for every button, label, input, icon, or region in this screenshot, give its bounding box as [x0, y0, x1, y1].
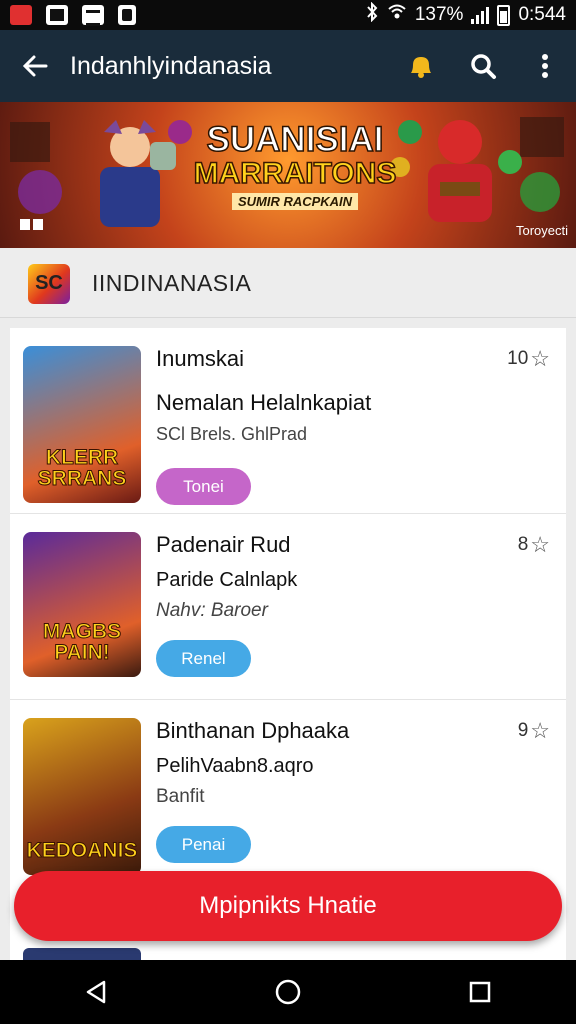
section-header: SC IINDINANASIA: [0, 250, 576, 318]
arrow-left-icon: [22, 55, 48, 77]
game-meta: SCl Brels. GhlPrad: [156, 424, 308, 444]
section-title: IINDINANASIA: [92, 270, 252, 296]
banner-headline: SUANISIAI MARRAITONS SUMIR RACPKAIN: [190, 120, 400, 211]
nav-recents-button[interactable]: [435, 960, 525, 1024]
game-subtitle: Paride Calnlapk: [156, 569, 298, 591]
thumbnail-title: MAGBS PAIN!: [42, 620, 122, 664]
game-name: Binthanan Dphaaka: [156, 718, 350, 743]
item-action-button[interactable]: Tonei: [156, 468, 251, 505]
back-button[interactable]: [0, 30, 70, 102]
game-subtitle: PelihVaabn8.aqro: [156, 755, 314, 777]
game-meta: Nahv: Baroer: [156, 600, 268, 621]
rating: 9 ☆: [518, 718, 550, 744]
banner-watermark: Toroyecti: [515, 223, 568, 238]
circle-home-icon: [275, 979, 301, 1005]
bell-icon: [411, 57, 431, 78]
page-title: Indanhlyindanasia: [70, 51, 272, 80]
star-icon: ☆: [530, 718, 550, 743]
bluetooth-icon: [365, 1, 379, 28]
promo-banner[interactable]: SUANISIAI MARRAITONS SUMIR RACPKAIN Toro…: [0, 102, 576, 248]
rating-value: 9: [517, 720, 529, 741]
clock: 0:544: [518, 4, 566, 25]
app-notification-icon: [10, 5, 32, 25]
status-bar: 137% 0:544: [0, 0, 576, 30]
more-vertical-icon: [542, 54, 548, 78]
rating-value: 10: [507, 348, 529, 369]
triangle-back-icon: [86, 980, 106, 1004]
more-options-button[interactable]: [514, 30, 576, 102]
search-button[interactable]: [452, 30, 514, 102]
list-item[interactable]: MAGBS PAIN! Padenair Rud Paride Calnlapk…: [10, 514, 566, 700]
image-notification-icon: [46, 5, 68, 25]
game-meta: Banfit: [156, 786, 205, 807]
banner-line-3: SUMIR RACPKAIN: [231, 193, 359, 210]
banner-line-2: MARRAITONS: [193, 157, 397, 191]
mail-notification-icon: [82, 5, 104, 26]
nav-home-button[interactable]: [243, 960, 333, 1024]
thumbnail-title: KEDOANIS: [26, 839, 138, 862]
file-notification-icon: [118, 5, 136, 25]
square-recents-icon: [469, 981, 491, 1003]
game-thumbnail[interactable]: MAGBS PAIN!: [23, 532, 141, 677]
wifi-icon: [387, 3, 407, 27]
item-action-button[interactable]: Renel: [156, 640, 251, 677]
notification-button[interactable]: [390, 30, 452, 102]
game-subtitle: Nemalan Helalnkapiat: [156, 390, 372, 415]
game-name: Padenair Rud: [156, 532, 291, 557]
section-logo: SC: [28, 263, 70, 304]
item-action-button[interactable]: Penai: [156, 826, 251, 863]
rating: 10 ☆: [507, 346, 550, 372]
battery-icon: [497, 4, 511, 26]
game-name: Inumskai: [156, 346, 245, 371]
app-bar: Indanhlyindanasia: [0, 30, 576, 102]
search-icon: [471, 54, 496, 79]
rating-value: 8: [517, 534, 529, 555]
banner-line-1: SUANISIAI: [206, 120, 384, 159]
rating: 8 ☆: [518, 532, 550, 558]
battery-percent: 137%: [414, 4, 464, 25]
star-icon: ☆: [530, 532, 550, 557]
list-item-peek: [10, 948, 566, 960]
star-icon: ☆: [530, 346, 550, 371]
thumbnail-title: KLERR SRRANS: [37, 446, 127, 490]
game-thumbnail[interactable]: KLERR SRRANS: [23, 346, 141, 503]
primary-action-button[interactable]: Mpipnikts Hnatie: [14, 871, 562, 941]
nav-back-button[interactable]: [51, 960, 141, 1024]
game-thumbnail[interactable]: KEDOANIS: [23, 718, 141, 875]
signal-icon: [471, 6, 490, 24]
system-nav-bar: [0, 960, 576, 1024]
list-item[interactable]: KLERR SRRANS Inumskai Nemalan Helalnkapi…: [10, 328, 566, 514]
list-item[interactable]: KEDOANIS Binthanan Dphaaka PelihVaabn8.a…: [10, 700, 566, 886]
banner-logo-icon: [20, 219, 43, 230]
